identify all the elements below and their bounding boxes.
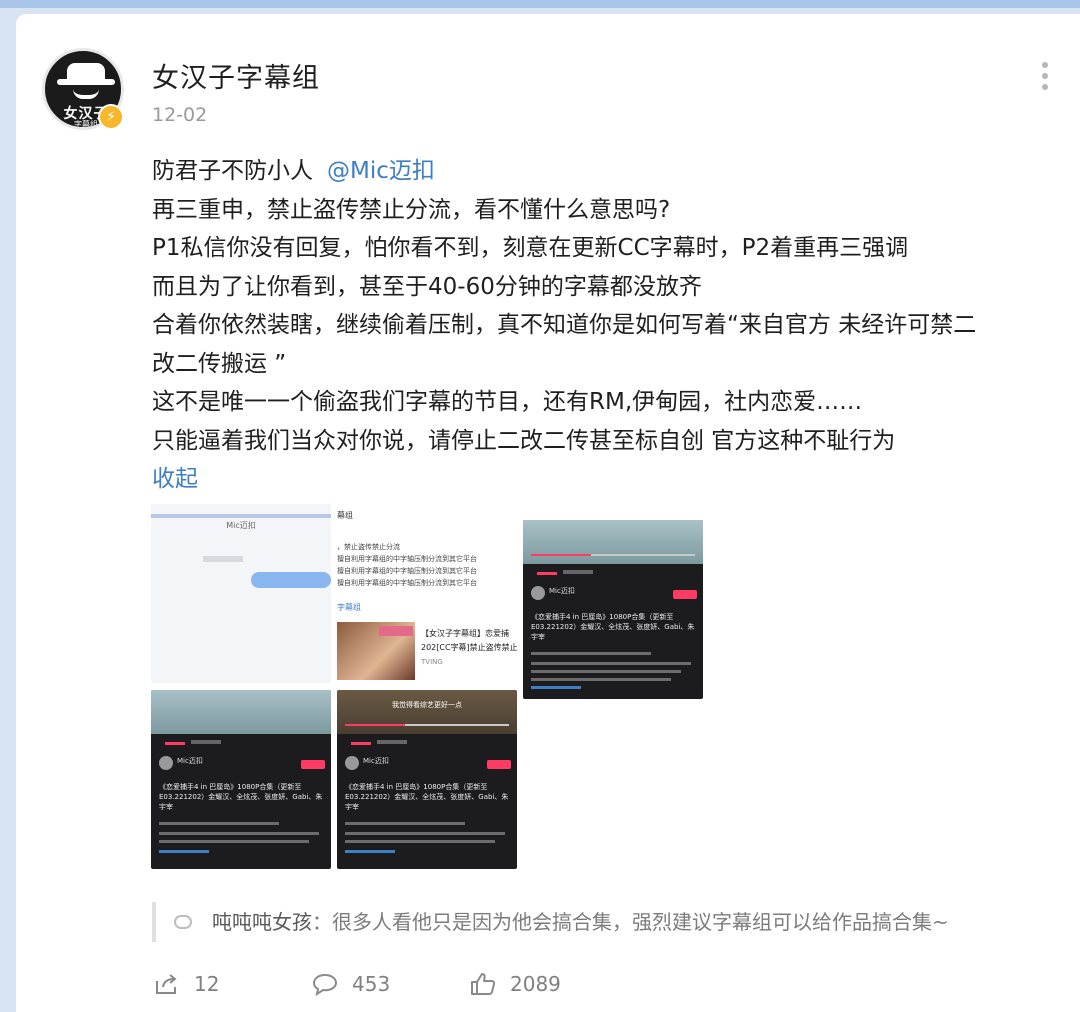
video-desc xyxy=(159,840,309,843)
image-thumb-video[interactable]: 我觉得看综艺更好一点 Mic迈扣 《恋爱捕手4 in 巴厘岛》1080P合集（更… xyxy=(337,690,517,869)
notice-line: 擅自利用字幕组的中字轴压制分流到其它平台 xyxy=(337,579,477,587)
notice-line: ，禁止盗传禁止分流 xyxy=(337,543,400,551)
video-desc xyxy=(345,832,505,835)
post-body: 防君子不防小人 @Mic迈扣 再三重申，禁止盗传禁止分流，看不懂什么意思吗? P1… xyxy=(152,152,1052,499)
comment-button[interactable]: 453 xyxy=(312,964,432,1004)
video-desc xyxy=(531,662,691,665)
chat-bubble xyxy=(251,572,331,588)
video-banner: 我觉得看综艺更好一点 xyxy=(392,701,462,709)
notice-header: 幕组 xyxy=(337,511,353,520)
share-count: 12 xyxy=(194,972,220,996)
post-line-text: 防君子不防小人 xyxy=(152,158,313,184)
video-progress-bar xyxy=(531,554,695,556)
uploader-avatar xyxy=(345,756,359,770)
comment-tab xyxy=(191,740,221,744)
video-meta xyxy=(345,822,465,825)
thumbs-up-icon xyxy=(471,973,496,995)
chat-title: Mic迈扣 xyxy=(226,521,256,530)
video-desc xyxy=(531,678,671,681)
share-icon xyxy=(156,974,177,994)
uploader-name: Mic迈扣 xyxy=(177,757,203,765)
author-name[interactable]: 女汉子字幕组 xyxy=(152,56,320,95)
uploader-name: Mic迈扣 xyxy=(363,757,389,765)
mustache-icon xyxy=(73,89,99,99)
post-line: 防君子不防小人 @Mic迈扣 xyxy=(152,152,1052,191)
video-source: TVING xyxy=(421,658,443,666)
video-meta xyxy=(531,652,651,655)
image-thumb-video[interactable]: Mic迈扣 《恋爱捕手4 in 巴厘岛》1080P合集（更新至E03.22120… xyxy=(523,520,703,699)
chat-header-bar xyxy=(151,514,331,518)
image-grid: Mic迈扣 幕组 ，禁止盗传禁止分流 擅自利用字幕组的中字轴压制分流到其它平台 … xyxy=(151,504,711,884)
like-count: 2089 xyxy=(510,972,561,996)
image-thumb-notice[interactable]: 幕组 ，禁止盗传禁止分流 擅自利用字幕组的中字轴压制分流到其它平台 擅自利用字幕… xyxy=(337,504,517,683)
post-line: 这不是唯一一个偷盗我们字幕的节目，还有RM,伊甸园，社内恋爱…… xyxy=(152,389,863,415)
video-frame xyxy=(337,690,517,734)
hat-brim xyxy=(57,79,115,85)
comment-tab xyxy=(377,740,407,744)
comment-text: ：很多人看他只是因为他会搞合集，强烈建议字幕组可以给作品搞合集~ xyxy=(312,910,949,934)
comment-count: 453 xyxy=(352,972,391,996)
action-bar: 12 453 2089 xyxy=(152,964,1052,1004)
follow-button xyxy=(673,590,697,599)
video-link xyxy=(159,850,209,853)
image-thumb-chat[interactable]: Mic迈扣 xyxy=(151,504,331,683)
featured-comment[interactable]: 吨吨吨女孩：很多人看他只是因为他会搞合集，强烈建议字幕组可以给作品搞合集~ xyxy=(152,902,1072,942)
follow-button xyxy=(487,760,511,769)
video-title: 《恋爱捕手4 in 巴厘岛》1080P合集（更新至E03.221202）金耀汉、… xyxy=(345,783,509,811)
follow-button xyxy=(301,760,325,769)
video-link xyxy=(345,850,395,853)
comment-tab xyxy=(563,570,593,574)
uploader-avatar xyxy=(159,756,173,770)
post-line: 只能逼着我们当众对你说，请停止二改二传甚至标自创 官方这种不耻行为 xyxy=(152,427,896,454)
video-subtitle: 202[CC字幕]禁止盗传禁止 xyxy=(421,643,517,652)
post-line: 改二传搬运 ” xyxy=(152,350,287,377)
uploader-avatar xyxy=(531,586,545,600)
video-desc xyxy=(345,840,495,843)
video-frame xyxy=(523,520,703,564)
comment-bubble-icon xyxy=(174,914,192,929)
share-button[interactable]: 12 xyxy=(154,964,274,1004)
video-title: 《恋爱捕手4 in 巴厘岛》1080P合集（更新至E03.221202）金耀汉、… xyxy=(531,613,695,641)
intro-tab xyxy=(351,742,371,745)
post-line: P1私信你没有回复，怕你看不到，刻意在更新CC字幕时，P2着重再三强调 xyxy=(152,235,909,261)
verified-badge-icon: ⚡ xyxy=(98,104,124,130)
notice-link: 字幕组 xyxy=(337,603,361,612)
notice-line: 擅自利用字幕组的中字轴压制分流到其它平台 xyxy=(337,567,477,575)
collapse-link[interactable]: 收起 xyxy=(152,460,1052,499)
image-thumb-video[interactable]: Mic迈扣 《恋爱捕手4 in 巴厘岛》1080P合集（更新至E03.22120… xyxy=(151,690,331,869)
video-desc xyxy=(531,670,681,673)
video-desc xyxy=(159,832,319,835)
like-button[interactable]: 2089 xyxy=(470,964,590,1004)
post-line: 而且为了让你看到，甚至于40-60分钟的字幕都没放齐 xyxy=(152,273,702,300)
more-options-icon[interactable] xyxy=(1038,62,1052,92)
commenter-name[interactable]: 吨吨吨女孩 xyxy=(212,910,312,934)
post-date: 12-02 xyxy=(152,104,208,126)
intro-tab xyxy=(165,742,185,745)
mention-link[interactable]: @Mic迈扣 xyxy=(327,158,435,184)
video-progress-bar xyxy=(345,724,509,726)
top-bar xyxy=(0,0,1080,8)
post-line: 再三重申，禁止盗传禁止分流，看不懂什么意思吗? xyxy=(152,196,671,223)
post-line: 合着你依然装瞎，继续偷着压制，真不知道你是如何写着“来自官方 未经许可禁二 xyxy=(152,312,977,338)
chat-time xyxy=(203,556,243,562)
video-meta xyxy=(159,822,279,825)
notice-line: 擅自利用字幕组的中字轴压制分流到其它平台 xyxy=(337,555,477,563)
video-link xyxy=(531,686,581,689)
video-title: 【女汉子字幕组】恋爱捕 xyxy=(421,629,509,638)
post-card: 女汉子 字幕组 ⚡ 女汉子字幕组 12-02 防君子不防小人 @Mic迈扣 再三重… xyxy=(16,14,1080,1012)
video-tag xyxy=(379,626,413,636)
video-title: 《恋爱捕手4 in 巴厘岛》1080P合集（更新至E03.221202）金耀汉、… xyxy=(159,783,323,811)
uploader-name: Mic迈扣 xyxy=(549,587,575,595)
intro-tab xyxy=(537,572,557,575)
comment-icon xyxy=(312,973,338,996)
video-frame xyxy=(151,690,331,734)
